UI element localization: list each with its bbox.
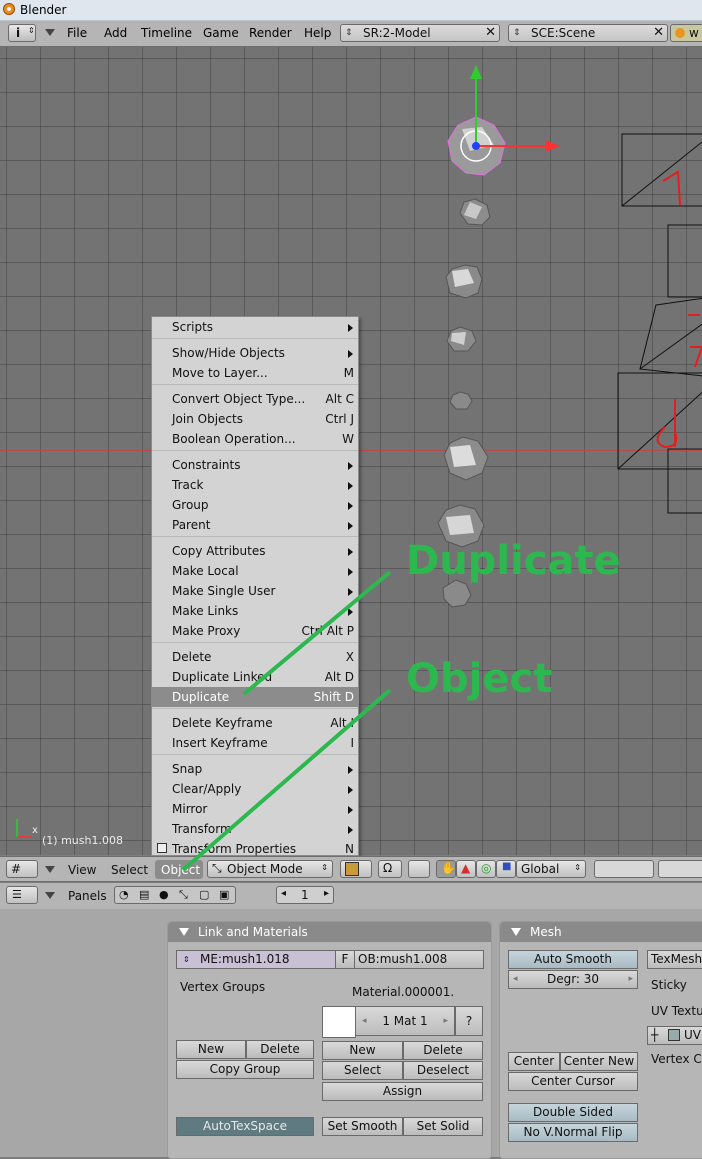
annotation-object: Object: [406, 656, 552, 702]
annotation-duplicate: Duplicate: [406, 538, 621, 584]
